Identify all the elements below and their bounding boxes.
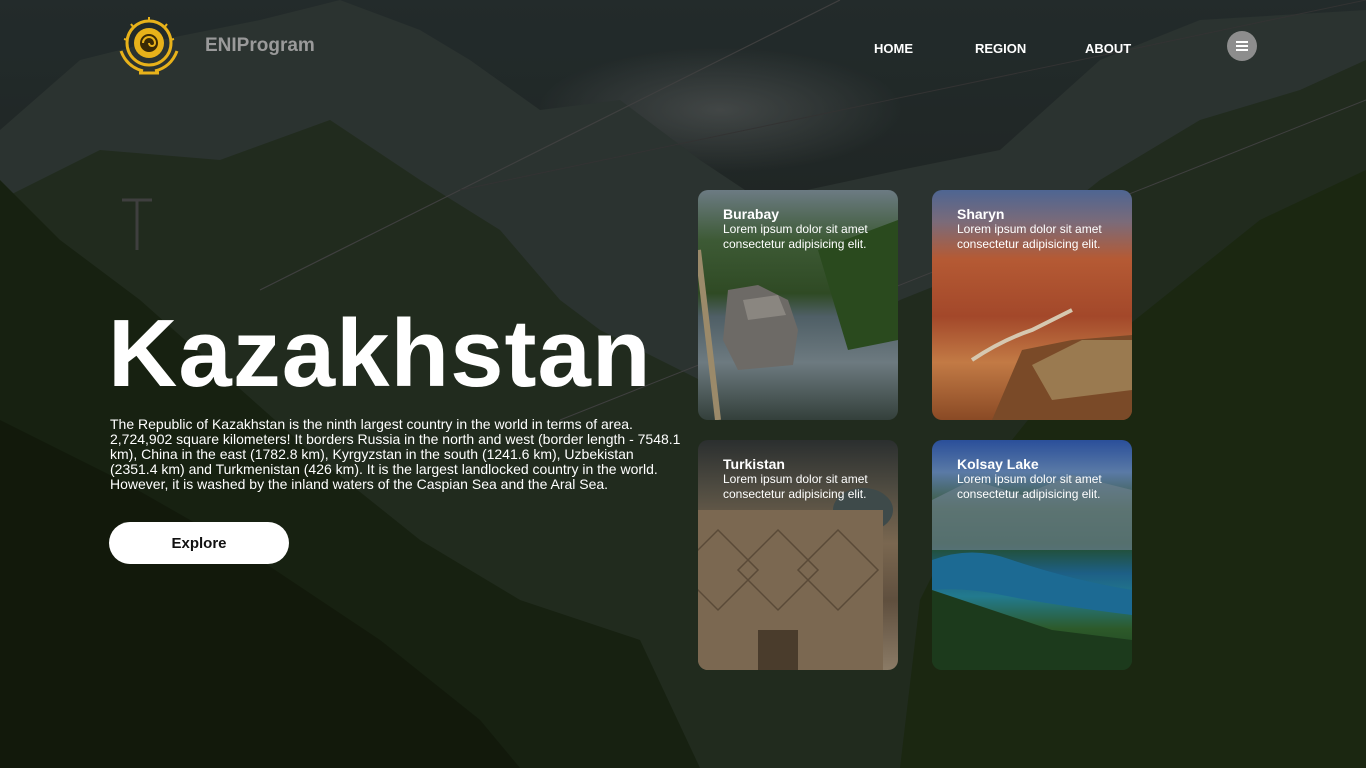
card-description: Lorem ipsum dolor sit amet consectetur a… [957,222,1102,251]
kazakhstan-emblem-icon[interactable] [113,15,185,77]
nav-home[interactable]: HOME [874,41,913,56]
hamburger-menu-icon [1236,41,1248,51]
hero-description: The Republic of Kazakhstan is the ninth … [110,416,681,492]
card-burabay[interactable]: Burabay Lorem ipsum dolor sit amet conse… [698,190,898,420]
explore-button[interactable]: Explore [109,522,289,564]
card-sharyn[interactable]: Sharyn Lorem ipsum dolor sit amet consec… [932,190,1132,420]
card-description: Lorem ipsum dolor sit amet consectetur a… [723,222,868,251]
nav-about[interactable]: ABOUT [1085,41,1131,56]
brand-name[interactable]: ENIProgram [205,35,315,57]
card-title: Kolsay Lake [957,456,1039,472]
card-description: Lorem ipsum dolor sit amet consectetur a… [723,472,868,501]
card-title: Turkistan [723,456,785,472]
card-turkistan[interactable]: Turkistan Lorem ipsum dolor sit amet con… [698,440,898,670]
hero-title: Kazakhstan [108,300,652,407]
menu-button[interactable] [1227,31,1257,61]
nav-region[interactable]: REGION [975,41,1026,56]
card-title: Sharyn [957,206,1005,222]
card-description: Lorem ipsum dolor sit amet consectetur a… [957,472,1102,501]
card-kolsay-lake[interactable]: Kolsay Lake Lorem ipsum dolor sit amet c… [932,440,1132,670]
card-title: Burabay [723,206,780,222]
